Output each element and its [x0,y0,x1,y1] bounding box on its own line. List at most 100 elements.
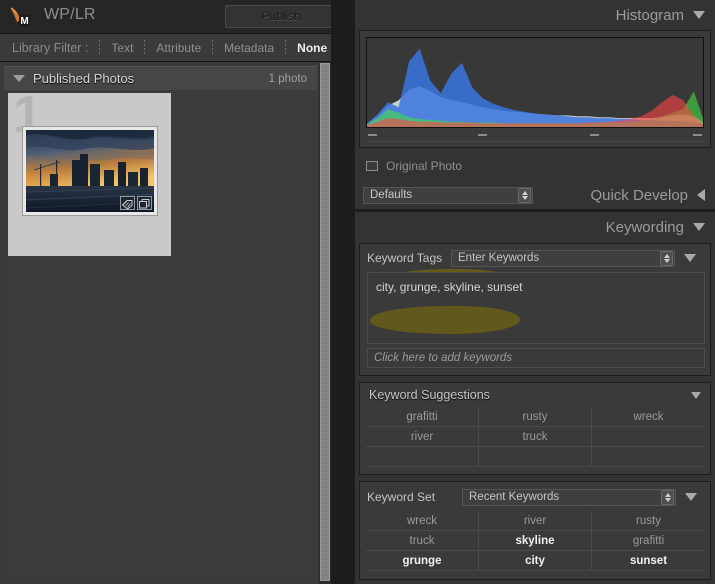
keywording-title: Keywording [605,218,684,236]
stepper-up-icon [664,492,671,497]
stepper-down-icon [521,195,528,200]
keyword-cell-empty [592,447,705,467]
photo-thumbnail[interactable] [26,130,154,212]
keyword-set-value: Recent Keywords [469,491,560,503]
keyword-cell-empty [592,427,705,447]
chevron-down-icon[interactable] [693,11,705,19]
window-title: WP/LR [44,6,96,23]
library-filter-label: Library Filter : [12,40,89,55]
keyword-suggestions-title: Keyword Suggestions [369,388,490,402]
quick-develop-title: Quick Develop [590,186,688,204]
keyword-set-grid: wreck river rusty truck skyline grafitti grung… [366,511,705,571]
keyword-cell[interactable]: wreck [366,511,479,531]
keyword-set-combo[interactable]: Recent Keywords [462,488,676,506]
thumbnail-grid: 1 [4,89,317,580]
preset-stepper[interactable] [518,187,531,203]
histogram-divider [366,141,704,142]
chevron-down-icon[interactable] [13,75,25,82]
histogram-ticks [366,130,704,140]
publish-button[interactable]: Publish [225,5,337,28]
keyword-cell[interactable]: grunge [366,551,479,571]
keyword-cell[interactable]: river [366,427,479,447]
chevron-down-icon[interactable] [693,223,705,231]
stepper-up-icon [663,253,670,258]
keyword-tags-mode-combo[interactable]: Enter Keywords [451,249,675,267]
crop-badge[interactable] [137,196,152,210]
histogram-header[interactable]: Histogram [355,0,715,30]
filter-separator [212,40,214,55]
histogram-tick [368,134,377,136]
chevron-down-icon[interactable] [691,392,701,399]
keywording-panel: Keyword Tags Enter Keywords city, grunge… [359,243,711,376]
scrollbar-thumb[interactable] [320,63,330,581]
keyword-cell[interactable]: grafitti [366,407,479,427]
filter-separator [144,40,146,55]
histogram-panel [359,30,711,148]
highlight-annotation [370,306,520,334]
histogram-chart[interactable] [366,37,704,128]
keyword-cell[interactable]: city [479,551,592,571]
keyword-set-label: Keyword Set [367,490,436,504]
keywording-header[interactable]: Keywording [355,212,715,242]
keyword-cell[interactable]: grafitti [592,531,705,551]
keyword-cell[interactable]: sunset [592,551,705,571]
keyword-suggestions-grid: grafitti rusty wreck river truck [366,407,705,467]
histogram-tick [693,134,702,136]
keyword-suggestions-panel: Keyword Suggestions grafitti rusty wreck ri… [359,382,711,475]
chevron-down-icon[interactable] [684,254,696,262]
quick-develop-preset-value: Defaults [370,189,413,201]
keyword-cell[interactable]: wreck [592,407,705,427]
svg-text:M: M [20,16,28,27]
keyword-tag-badge[interactable] [120,196,135,210]
keywords-textarea[interactable]: city, grunge, skyline, sunset [367,272,705,344]
filter-separator [285,40,287,55]
collection-header[interactable]: Published Photos 1 photo [4,66,317,90]
keyword-cell[interactable]: skyline [479,531,592,551]
add-keywords-placeholder: Click here to add keywords [374,352,513,364]
keyword-tags-label: Keyword Tags [367,251,443,265]
filter-text[interactable]: Text [111,41,133,55]
filter-metadata[interactable]: Metadata [224,41,274,55]
photo-count: 1 photo [268,72,307,85]
keyword-set-row: Keyword Set Recent Keywords [367,487,705,507]
lightroom-window: M WP/LR Publish Library Filter : Text At… [0,0,715,584]
filter-separator [99,40,101,55]
keyword-cell[interactable]: truck [479,427,592,447]
keyword-cell[interactable]: rusty [479,407,592,427]
keyword-set-panel: Keyword Set Recent Keywords wreck river ru… [359,481,711,580]
keyword-set-stepper[interactable] [661,489,674,505]
filter-none[interactable]: None [297,41,327,55]
quick-develop-header[interactable]: Defaults Quick Develop [355,181,715,209]
keyword-cell-empty [366,447,479,467]
stepper-down-icon [664,497,671,502]
keyword-cell[interactable]: truck [366,531,479,551]
chevron-left-icon[interactable] [697,189,705,201]
add-keywords-field[interactable]: Click here to add keywords [367,348,705,368]
keyword-cell[interactable]: rusty [592,511,705,531]
keyword-tags-mode-value: Enter Keywords [458,252,540,264]
keyword-cell[interactable]: river [479,511,592,531]
publish-service-icon: M [8,5,38,29]
keyword-tags-row: Keyword Tags Enter Keywords [367,248,705,268]
original-photo-label: Original Photo [386,159,463,173]
panel-divider [331,0,355,584]
original-photo-checkbox[interactable] [366,161,378,171]
histogram-title: Histogram [615,6,684,24]
thumbnail-badges [120,196,152,210]
stepper-down-icon [663,258,670,263]
quick-develop-preset-combo[interactable]: Defaults [363,186,533,204]
original-photo-row[interactable]: Original Photo [355,157,715,175]
filter-attribute[interactable]: Attribute [156,41,201,55]
keyword-suggestions-header[interactable]: Keyword Suggestions [360,383,710,407]
histogram-tick [590,134,599,136]
grid-cell[interactable]: 1 [8,89,171,256]
library-filter-bar: Library Filter : Text Attribute Metadata… [0,34,345,62]
histogram-tick [478,134,487,136]
keyword-mode-stepper[interactable] [660,250,673,266]
grid-scrollbar[interactable] [319,62,331,584]
keywords-value: city, grunge, skyline, sunset [376,280,523,294]
thumbnail-frame[interactable] [22,126,158,216]
stepper-up-icon [521,190,528,195]
chevron-down-icon[interactable] [685,493,697,501]
collection-title: Published Photos [33,71,135,86]
